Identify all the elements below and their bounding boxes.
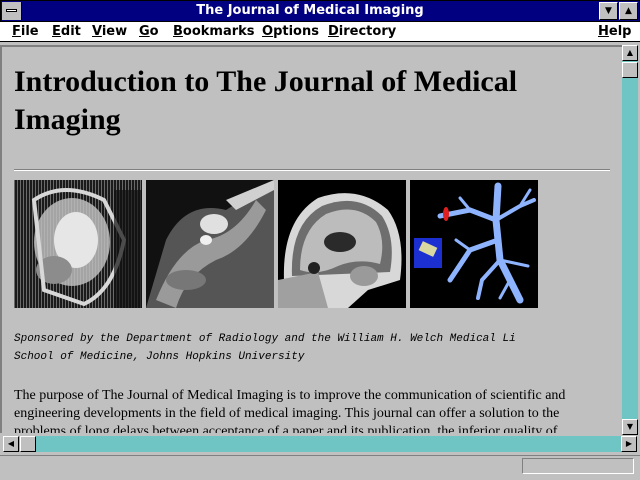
menu-go[interactable]: Go — [139, 23, 159, 40]
menu-file[interactable]: File — [12, 23, 39, 40]
vertical-scroll-thumb[interactable] — [622, 62, 638, 78]
sponsor-line-2: School of Medicine, Johns Hopkins Univer… — [14, 351, 305, 363]
page-title: Introduction to The Journal of Medical I… — [14, 65, 518, 136]
title-bar: The Journal of Medical Imaging ▼ ▲ — [0, 0, 640, 22]
menu-view[interactable]: View — [92, 23, 127, 40]
menu-help[interactable]: Help — [598, 23, 631, 40]
vertical-scrollbar[interactable] — [622, 45, 638, 433]
intro-paragraph: The purpose of The Journal of Medical Im… — [14, 388, 566, 433]
brain-mri-image — [278, 180, 406, 308]
abdominal-scan-image — [146, 180, 274, 308]
document-view[interactable]: Introduction to The Journal of Medical I… — [0, 45, 622, 433]
minimize-button[interactable]: ▼ — [599, 2, 618, 20]
scroll-left-button[interactable]: ◀ — [3, 436, 19, 452]
horizontal-scroll-thumb[interactable] — [20, 436, 36, 452]
menu-directory[interactable]: Directory — [328, 23, 396, 40]
status-progress-field — [522, 458, 634, 474]
menu-bar: File Edit View Go Bookmarks Options Dire… — [0, 22, 640, 42]
horizontal-scrollbar[interactable] — [3, 436, 637, 452]
menu-bookmarks[interactable]: Bookmarks — [173, 23, 255, 40]
maximize-button[interactable]: ▲ — [619, 2, 638, 20]
menu-edit[interactable]: Edit — [52, 23, 81, 40]
scroll-down-button[interactable]: ▼ — [622, 419, 638, 435]
horizontal-rule — [14, 169, 610, 171]
vascular-3d-render-image — [410, 180, 538, 308]
scroll-up-button[interactable]: ▲ — [622, 45, 638, 61]
system-menu-icon[interactable] — [2, 2, 22, 20]
window-title: The Journal of Medical Imaging — [196, 3, 424, 18]
sponsor-line-1: Sponsored by the Department of Radiology… — [14, 333, 516, 345]
cardiac-mri-image — [14, 180, 142, 308]
scroll-right-button[interactable]: ▶ — [621, 436, 637, 452]
menu-options[interactable]: Options — [262, 23, 319, 40]
